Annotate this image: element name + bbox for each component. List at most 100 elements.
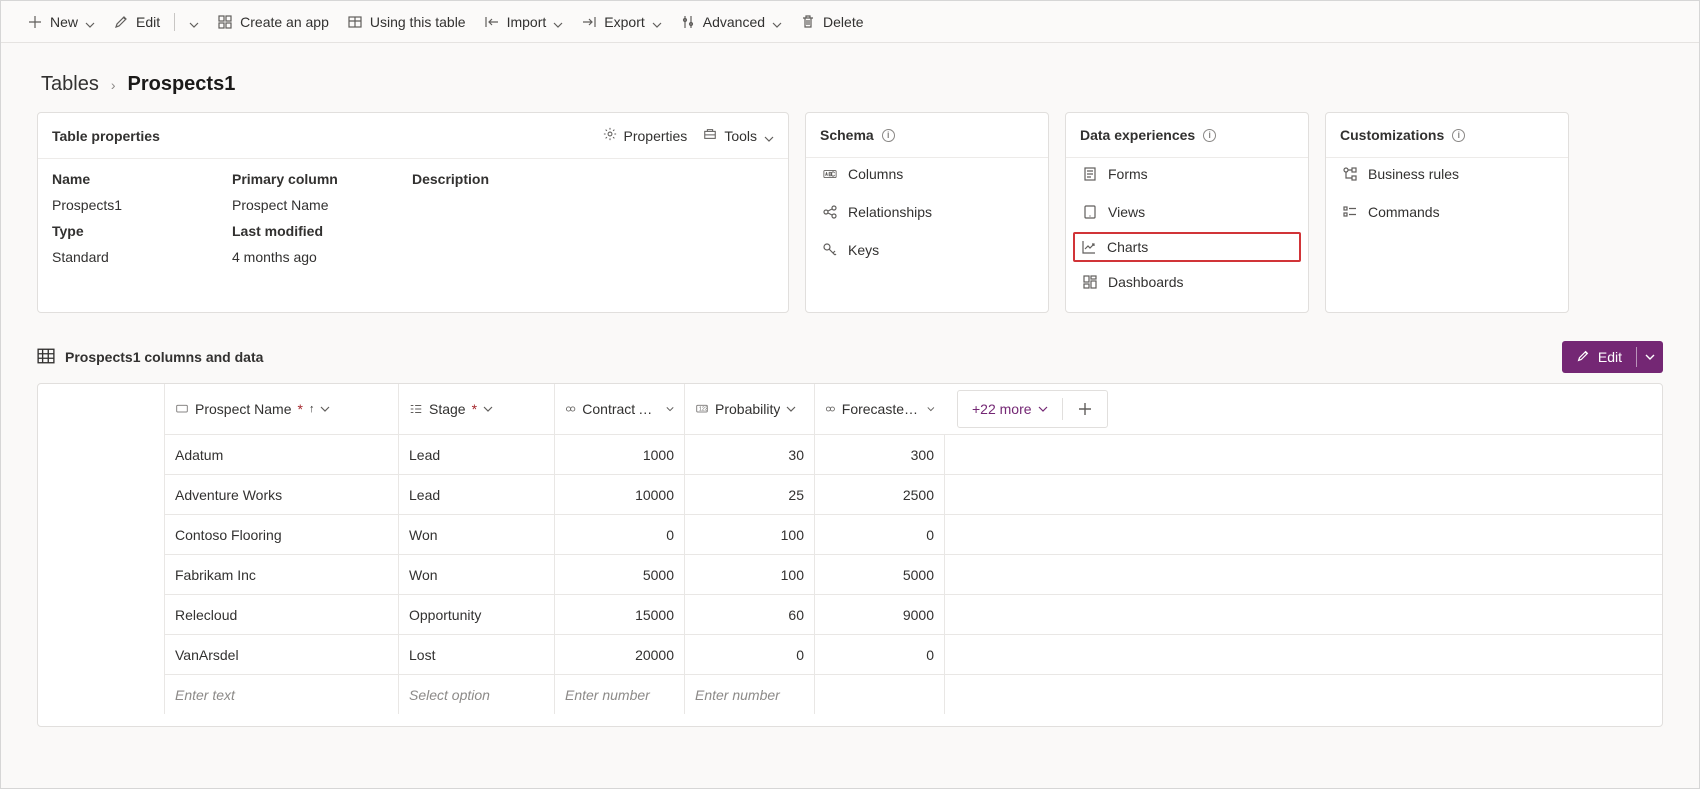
create-app-button[interactable]: Create an app <box>211 9 335 35</box>
columns-link[interactable]: Columns <box>820 162 1034 186</box>
cell-forecast-input[interactable] <box>815 675 945 714</box>
cell-name[interactable]: Adatum <box>165 435 399 474</box>
cell-name[interactable]: Contoso Flooring <box>165 515 399 554</box>
cell-stage[interactable]: Won <box>399 515 555 554</box>
cell-probability[interactable]: 60 <box>685 595 815 634</box>
cell-probability[interactable]: 100 <box>685 555 815 594</box>
column-header-stage[interactable]: Stage* <box>399 384 555 434</box>
keys-link[interactable]: Keys <box>820 238 1034 262</box>
list-icon <box>1342 204 1358 220</box>
new-button[interactable]: New <box>21 9 101 35</box>
label: Properties <box>624 128 688 144</box>
views-link[interactable]: Views <box>1080 200 1294 224</box>
charts-link[interactable]: Charts <box>1073 232 1301 262</box>
cell-stage-input[interactable]: Select option <box>399 675 555 714</box>
chevron-right-icon: › <box>111 77 116 93</box>
business-rules-link[interactable]: Business rules <box>1340 162 1554 186</box>
label: Edit <box>1598 349 1622 365</box>
label: Relationships <box>848 204 932 220</box>
table-row[interactable]: Adventure WorksLead10000252500 <box>165 474 1662 514</box>
tools-dropdown[interactable]: Tools <box>703 127 774 144</box>
new-row[interactable]: Enter textSelect optionEnter numberEnter… <box>165 674 1662 714</box>
chevron-down-icon <box>652 17 662 27</box>
cell-stage[interactable]: Lead <box>399 475 555 514</box>
cell-stage[interactable]: Lead <box>399 435 555 474</box>
table-row[interactable]: AdatumLead100030300 <box>165 434 1662 474</box>
cell-name[interactable]: VanArsdel <box>165 635 399 674</box>
cell-amount[interactable]: 1000 <box>555 435 685 474</box>
cell-prob-input[interactable]: Enter number <box>685 675 815 714</box>
more-columns-button[interactable]: +22 more <box>966 397 1054 421</box>
card-title: Customizations <box>1340 127 1444 143</box>
cell-forecast[interactable]: 2500 <box>815 475 945 514</box>
dashboards-link[interactable]: Dashboards <box>1080 270 1294 294</box>
label: Dashboards <box>1108 274 1184 290</box>
using-table-button[interactable]: Using this table <box>341 9 472 35</box>
info-icon[interactable]: i <box>882 129 895 142</box>
advanced-button[interactable]: Advanced <box>674 9 788 35</box>
cell-probability[interactable]: 30 <box>685 435 815 474</box>
cell-amount[interactable]: 15000 <box>555 595 685 634</box>
column-header-amount[interactable]: Contract Amo... <box>555 384 685 434</box>
tablet-icon <box>1082 204 1098 220</box>
cell-amount-input[interactable]: Enter number <box>555 675 685 714</box>
table-row[interactable]: Fabrikam IncWon50001005000 <box>165 554 1662 594</box>
cell-probability[interactable]: 0 <box>685 635 815 674</box>
cell-forecast[interactable]: 5000 <box>815 555 945 594</box>
cell-forecast[interactable]: 300 <box>815 435 945 474</box>
card-title: Table properties <box>52 128 160 144</box>
commands-link[interactable]: Commands <box>1340 200 1554 224</box>
table-row[interactable]: RelecloudOpportunity15000609000 <box>165 594 1662 634</box>
cell-name[interactable]: Relecloud <box>165 595 399 634</box>
cell-forecast[interactable]: 0 <box>815 635 945 674</box>
cell-stage[interactable]: Won <box>399 555 555 594</box>
chevron-down-icon <box>189 17 199 27</box>
table-properties-card: Table properties Properties Tools Name <box>37 112 789 313</box>
edit-data-button[interactable]: Edit <box>1562 341 1663 373</box>
add-column-button[interactable] <box>1071 397 1099 421</box>
column-header-probability[interactable]: 123 Probability <box>685 384 815 434</box>
app-grid-icon <box>217 14 233 30</box>
cell-stage[interactable]: Opportunity <box>399 595 555 634</box>
cell-probability[interactable]: 100 <box>685 515 815 554</box>
cell-forecast[interactable]: 0 <box>815 515 945 554</box>
cell-name[interactable]: Fabrikam Inc <box>165 555 399 594</box>
relationships-link[interactable]: Relationships <box>820 200 1034 224</box>
delete-button[interactable]: Delete <box>794 9 869 35</box>
label: Keys <box>848 242 879 258</box>
column-header-name[interactable]: Prospect Name* ↑ <box>165 384 399 434</box>
cell-stage[interactable]: Lost <box>399 635 555 674</box>
cell-probability[interactable]: 25 <box>685 475 815 514</box>
share-icon <box>822 204 838 220</box>
edit-button[interactable]: Edit <box>107 9 166 35</box>
export-icon <box>581 14 597 30</box>
cell-amount[interactable]: 5000 <box>555 555 685 594</box>
properties-link[interactable]: Properties <box>603 127 688 144</box>
cell-name-input[interactable]: Enter text <box>165 675 399 714</box>
forms-link[interactable]: Forms <box>1080 162 1294 186</box>
info-icon[interactable]: i <box>1203 129 1216 142</box>
import-button[interactable]: Import <box>478 9 570 35</box>
cell-amount[interactable]: 20000 <box>555 635 685 674</box>
card-title: Data experiences <box>1080 127 1195 143</box>
edit-dropdown[interactable] <box>1637 352 1663 362</box>
toolbar-label: Import <box>507 14 547 30</box>
cell-name[interactable]: Adventure Works <box>165 475 399 514</box>
cell-forecast[interactable]: 9000 <box>815 595 945 634</box>
toolbar-label: Using this table <box>370 14 466 30</box>
label: Stage <box>429 401 466 417</box>
import-icon <box>484 14 500 30</box>
separator <box>1062 398 1063 420</box>
prop-label: Description <box>412 171 774 187</box>
column-header-forecast[interactable]: Forecasted Re... <box>815 384 945 434</box>
sliders-icon <box>680 14 696 30</box>
cell-amount[interactable]: 10000 <box>555 475 685 514</box>
breadcrumb-root[interactable]: Tables <box>41 73 99 96</box>
export-button[interactable]: Export <box>575 9 667 35</box>
label: Contract Amo... <box>582 401 660 417</box>
table-row[interactable]: Contoso FlooringWon01000 <box>165 514 1662 554</box>
info-icon[interactable]: i <box>1452 129 1465 142</box>
cell-amount[interactable]: 0 <box>555 515 685 554</box>
table-row[interactable]: VanArsdelLost2000000 <box>165 634 1662 674</box>
edit-dropdown[interactable] <box>183 12 205 32</box>
